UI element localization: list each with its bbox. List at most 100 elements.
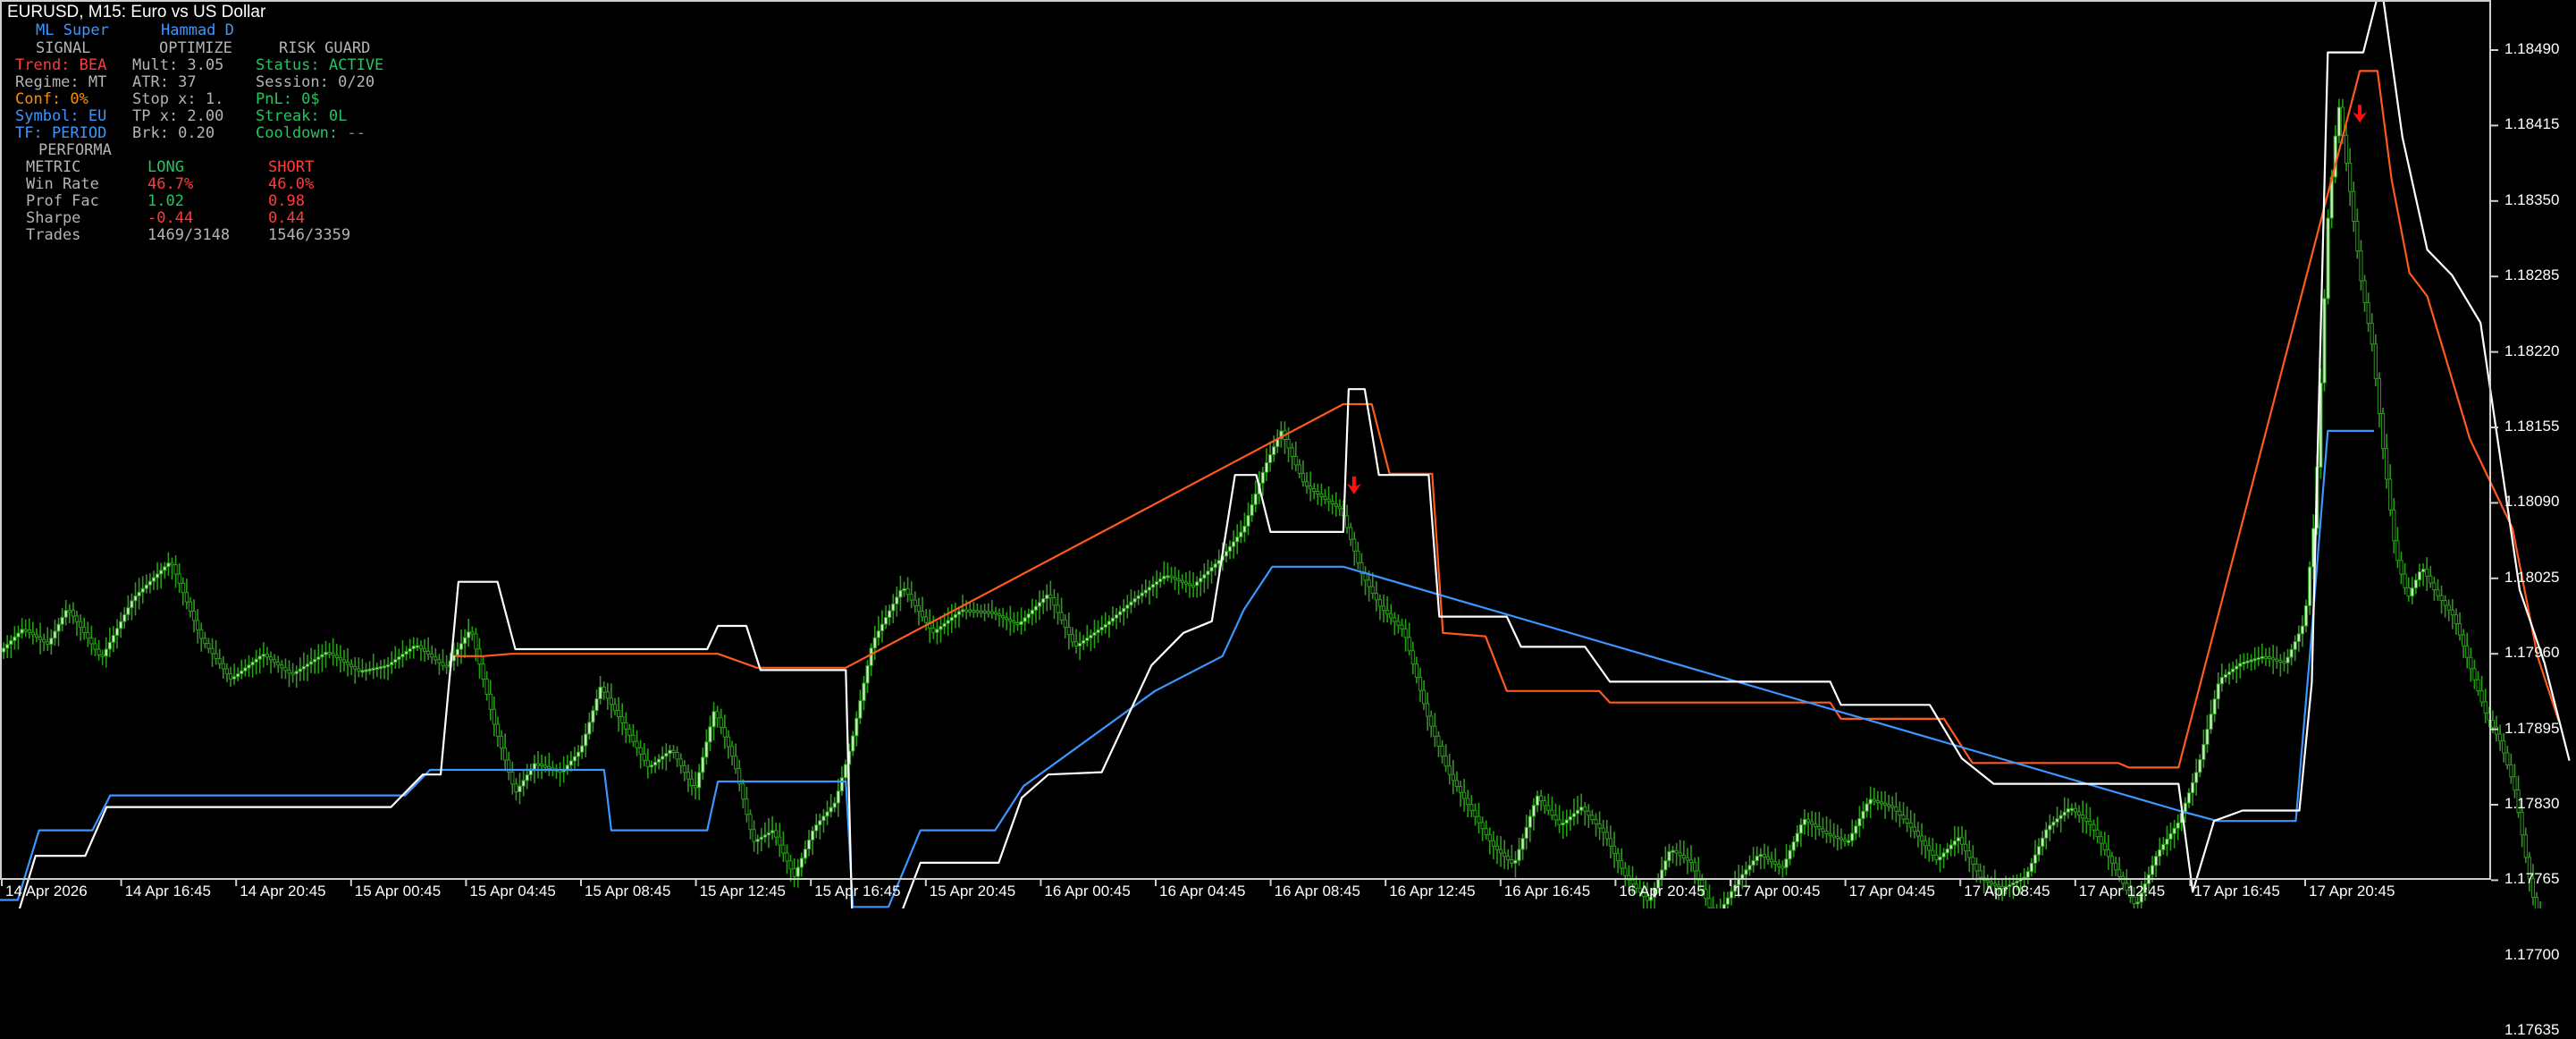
candle-body xyxy=(1667,850,1671,862)
candle-body xyxy=(2505,752,2510,765)
metric-win-rate-label: Win Rate xyxy=(26,175,99,193)
candle-body xyxy=(2303,604,2309,627)
candle-body xyxy=(796,866,800,877)
risk-session: Session: 0/20 xyxy=(256,73,375,91)
candle-body xyxy=(858,700,863,719)
candle-body xyxy=(774,830,779,838)
candle-body xyxy=(1543,800,1547,807)
candle-body xyxy=(2497,733,2503,742)
candle-body xyxy=(1875,799,1880,803)
metric-profit-factor-label: Prof Fac xyxy=(26,192,99,210)
metric-sharpe-long: -0.44 xyxy=(147,209,194,227)
candle-body xyxy=(624,722,628,730)
candle-body xyxy=(1564,819,1569,824)
candle-body xyxy=(273,659,277,663)
candle-body xyxy=(1122,607,1126,612)
candle-body xyxy=(1498,849,1503,854)
candle-body xyxy=(1550,809,1554,816)
candle-body xyxy=(240,670,244,675)
candle-body xyxy=(390,662,394,666)
candle-body xyxy=(2099,836,2103,844)
candle-body xyxy=(283,667,288,672)
candle-body xyxy=(2377,377,2382,415)
candle-body xyxy=(1410,650,1415,665)
candle-body xyxy=(1806,818,1811,823)
candle-body xyxy=(298,668,302,672)
candle-body xyxy=(1854,825,1858,834)
candle-body xyxy=(598,686,602,700)
candle-body xyxy=(353,666,358,670)
candle-body xyxy=(1363,573,1368,581)
price-label: 1.18155 xyxy=(2504,418,2560,435)
candle-body xyxy=(788,860,793,870)
candle-body xyxy=(2051,821,2056,826)
candle-body xyxy=(459,643,464,650)
time-label: 17 Apr 00:45 xyxy=(1734,883,1821,900)
time-label: 17 Apr 12:45 xyxy=(2078,883,2166,900)
candle-body xyxy=(484,679,489,695)
candle-body xyxy=(2399,560,2403,575)
candle-body xyxy=(1520,838,1525,850)
candle-body xyxy=(1894,807,1898,812)
candle-body xyxy=(181,582,185,594)
candle-body xyxy=(972,610,976,613)
candle-body xyxy=(836,790,840,804)
candle-body xyxy=(1085,637,1090,641)
candle-body xyxy=(1539,795,1544,802)
candle-body xyxy=(2462,634,2466,647)
candle-body xyxy=(722,727,727,738)
candle-body xyxy=(1206,570,1210,576)
candle-body xyxy=(657,758,661,763)
candle-body xyxy=(939,626,943,630)
candle-body xyxy=(1466,798,1470,806)
candle-body xyxy=(63,610,68,618)
candle-body xyxy=(93,643,97,650)
candle-body xyxy=(1765,856,1771,860)
candle-body xyxy=(916,604,922,612)
candle-body xyxy=(1224,551,1229,557)
candle-body xyxy=(294,671,299,674)
candle-body xyxy=(137,591,141,596)
candle-body xyxy=(1861,810,1865,819)
candle-body xyxy=(78,621,83,628)
optimize-breakout: Brk: 0.20 xyxy=(132,124,215,142)
candle-body xyxy=(1001,615,1006,619)
candle-body xyxy=(147,580,153,586)
candle-body xyxy=(2523,834,2528,858)
candle-body xyxy=(467,631,471,638)
candle-body xyxy=(1494,845,1500,850)
candle-body xyxy=(602,686,606,693)
candle-body xyxy=(1608,838,1613,847)
candle-body xyxy=(649,764,654,768)
candle-body xyxy=(2069,807,2075,811)
candle-body xyxy=(1828,832,1832,836)
price-label: 1.17635 xyxy=(2504,1021,2560,1039)
candle-body xyxy=(2271,657,2276,661)
price-label: 1.17765 xyxy=(2504,870,2560,888)
candle-body xyxy=(1491,840,1495,847)
candle-body xyxy=(2102,842,2107,850)
candle-body xyxy=(891,603,896,612)
candle-body xyxy=(1510,859,1514,864)
candle-body xyxy=(811,830,815,840)
candle-body xyxy=(1385,610,1390,615)
candle-body xyxy=(1882,802,1888,806)
candle-body xyxy=(1176,578,1181,581)
time-label: 15 Apr 00:45 xyxy=(354,883,442,900)
candle-body xyxy=(956,611,962,615)
candle-body xyxy=(635,740,639,748)
risk-streak: Streak: 0L xyxy=(256,107,348,125)
candle-body xyxy=(1924,840,1928,847)
metric-win-rate-short: 46.0% xyxy=(268,175,315,193)
candle-body xyxy=(627,728,632,736)
candle-body xyxy=(2348,162,2353,192)
candle-body xyxy=(481,663,485,680)
candle-body xyxy=(1173,577,1177,580)
candle-body xyxy=(701,756,705,773)
candle-body xyxy=(42,638,46,643)
candle-body xyxy=(441,662,445,666)
time-label: 17 Apr 20:45 xyxy=(2309,883,2395,900)
candle-body xyxy=(697,772,702,789)
candle-body xyxy=(1199,578,1203,583)
candle-body xyxy=(1616,852,1621,862)
